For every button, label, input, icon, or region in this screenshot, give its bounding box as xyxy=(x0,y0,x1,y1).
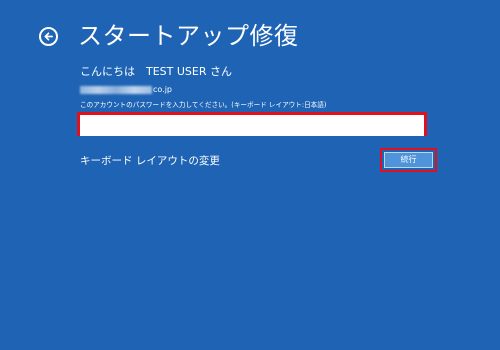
greeting-text: こんにちは TEST USER さん xyxy=(80,65,232,78)
page-title: スタートアップ修復 xyxy=(78,22,299,50)
redacted-email-blur xyxy=(80,86,152,94)
password-field-highlight xyxy=(77,112,427,136)
password-prompt: このアカウントのパスワードを入力してください。(キーボード レイアウト:日本語) xyxy=(80,101,327,109)
change-keyboard-layout-link[interactable]: キーボード レイアウトの変更 xyxy=(80,154,220,168)
continue-button-highlight: 続行 xyxy=(380,148,437,172)
continue-button[interactable]: 続行 xyxy=(384,152,433,168)
password-input[interactable] xyxy=(80,118,424,136)
back-button[interactable] xyxy=(39,27,58,46)
back-arrow-icon xyxy=(44,32,53,41)
email-suffix: co.jp xyxy=(153,85,172,94)
account-email: co.jp xyxy=(80,84,172,96)
